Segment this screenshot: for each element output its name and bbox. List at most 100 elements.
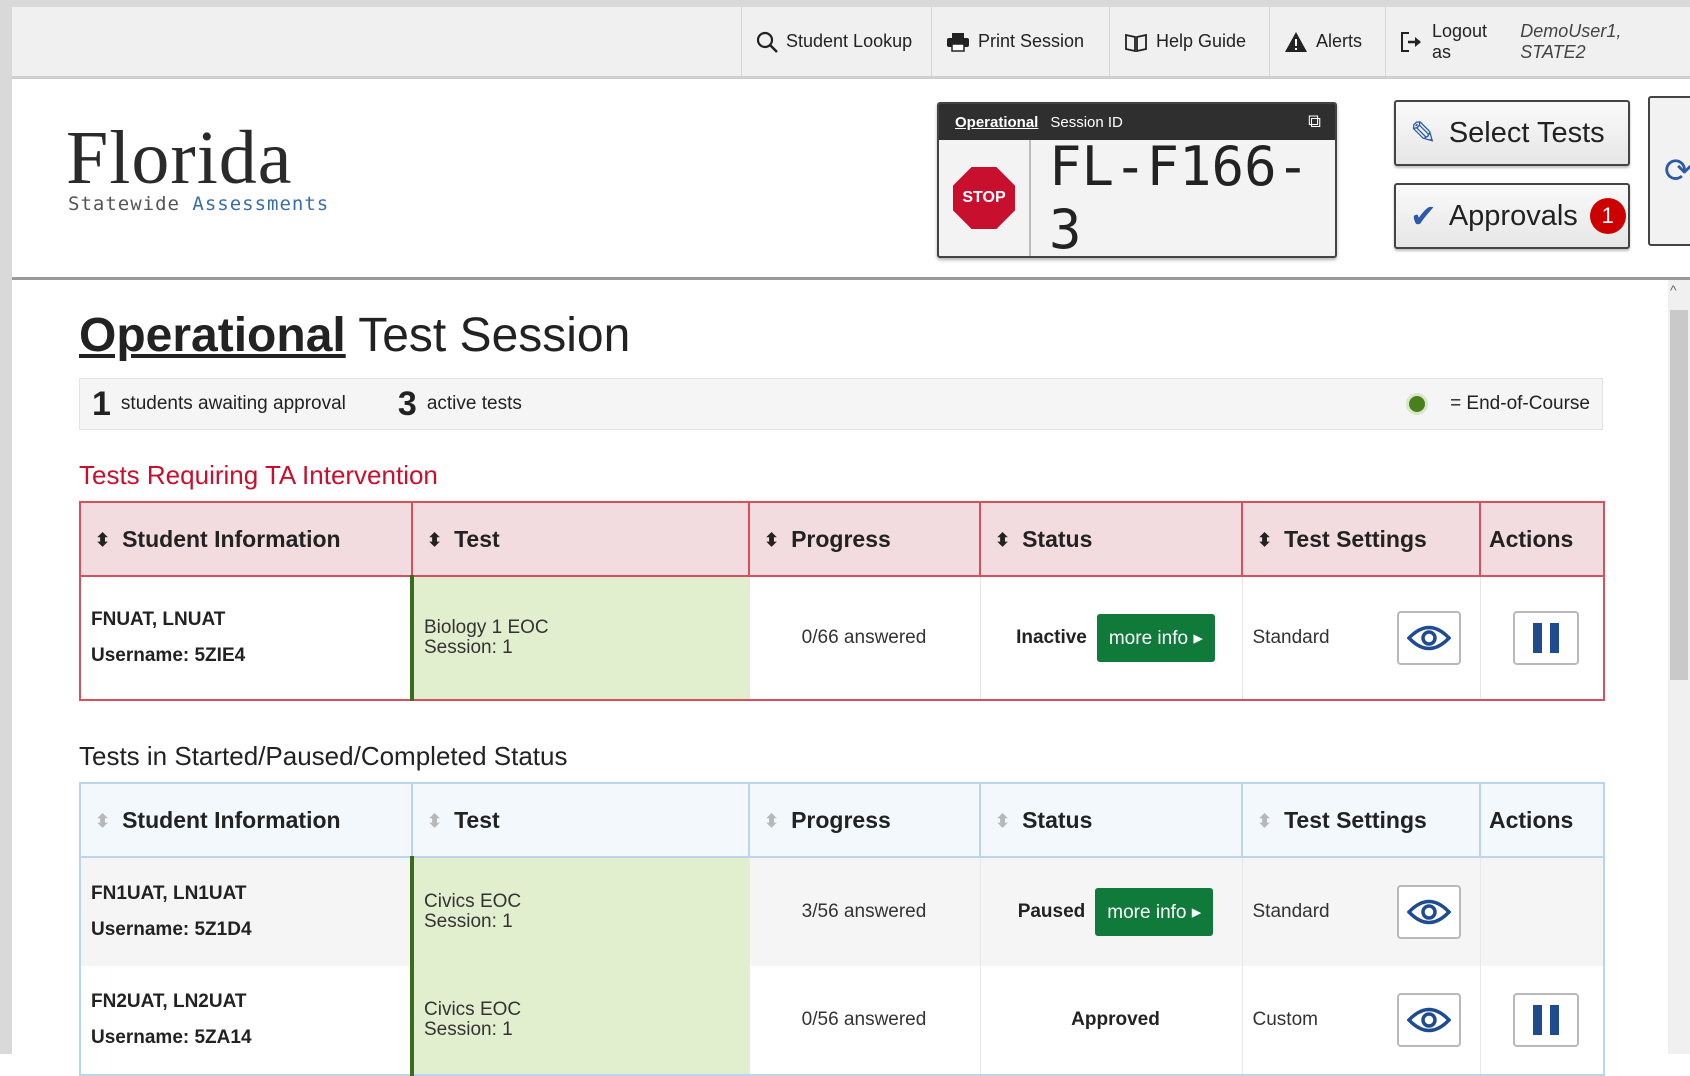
intervention-section-title: Tests Requiring TA Intervention (79, 460, 438, 490)
col-header-actions: Actions (1479, 782, 1605, 858)
session-summary-bar: 1 students awaiting approval 3 active te… (79, 378, 1603, 430)
alerts-link[interactable]: Alerts (1269, 7, 1385, 76)
session-id-panel: Operational Session ID ⧉ STOP FL-F166-3 (937, 102, 1337, 258)
page-title: Operational Test Session (79, 308, 630, 363)
student-username: Username: 5ZIE4 (91, 645, 246, 666)
col-header-status[interactable]: ⬍ Status (979, 501, 1243, 577)
test-cell: Civics EOC Session: 1 (410, 966, 749, 1075)
print-session-label: Print Session (978, 31, 1085, 51)
student-name: FN2UAT, LN2UAT (91, 991, 247, 1012)
sort-icon: ⬍ (764, 529, 780, 550)
awaiting-label: students awaiting approval (120, 393, 346, 414)
active-label: active tests (426, 393, 522, 414)
sort-icon: ⬍ (995, 529, 1011, 550)
active-count: 3 (397, 384, 417, 423)
col-header-progress[interactable]: ⬍ Progress (748, 782, 981, 858)
table-row: FNUAT, LNUAT Username: 5ZIE4 Biology 1 E… (79, 576, 1604, 700)
logout-icon (1400, 31, 1424, 53)
student-info-cell: FN1UAT, LN1UAT Username: 5Z1D4 (79, 857, 412, 966)
eoc-legend: = End-of-Course (1406, 379, 1590, 429)
settings-cell: Custom (1241, 966, 1480, 1075)
progress-cell: 0/56 answered (748, 966, 980, 1075)
stop-icon: STOP (953, 167, 1015, 229)
col-header-test-settings[interactable]: ⬍ Test Settings (1241, 782, 1481, 858)
sort-icon: ⬍ (427, 810, 443, 831)
col-header-test-settings[interactable]: ⬍ Test Settings (1241, 501, 1481, 577)
actions-cell (1479, 857, 1604, 966)
student-username: Username: 5Z1D4 (91, 919, 252, 940)
col-header-student-info[interactable]: ⬍ Student Information (79, 782, 413, 858)
eye-icon (1406, 625, 1451, 651)
sort-icon: ⬍ (1257, 810, 1273, 831)
col-header-test[interactable]: ⬍ Test (411, 501, 750, 577)
select-tests-button[interactable]: ✎ Select Tests (1394, 100, 1630, 166)
logout-label: Logout as (1432, 20, 1488, 62)
settings-text: Custom (1252, 1009, 1318, 1030)
page-title-bold: Operational (79, 309, 346, 362)
florida-logo: Florida (66, 116, 293, 200)
settings-text: Standard (1252, 901, 1330, 922)
test-session: Session: 1 (424, 1019, 513, 1040)
student-lookup-link[interactable]: Student Lookup (741, 7, 931, 76)
test-name: Biology 1 EOC (424, 617, 549, 638)
refresh-button[interactable]: ⟳ (1648, 96, 1690, 246)
actions-cell (1479, 576, 1604, 700)
session-panel-header: Operational Session ID ⧉ (939, 104, 1335, 140)
popout-icon[interactable]: ⧉ (1308, 111, 1321, 132)
view-settings-button[interactable] (1396, 993, 1461, 1047)
pause-test-button[interactable] (1513, 993, 1580, 1047)
help-guide-link[interactable]: Help Guide (1109, 7, 1269, 76)
scroll-up-arrow-icon[interactable]: ^ (1670, 282, 1677, 298)
logo-subtitle-part1: Statewide (68, 193, 180, 215)
search-icon (756, 31, 778, 53)
book-icon (1124, 32, 1148, 52)
logo-subtitle: Statewide Assessments (68, 193, 329, 215)
view-settings-button[interactable] (1396, 611, 1461, 665)
more-info-button[interactable]: more info ▸ (1095, 888, 1214, 936)
session-type-link[interactable]: Operational (955, 114, 1038, 131)
started-table: ⬍ Student Information ⬍ Test ⬍ Progress ⬍ St… (79, 782, 1605, 1076)
col-header-student-info[interactable]: ⬍ Student Information (79, 501, 413, 577)
print-session-link[interactable]: Print Session (931, 7, 1109, 76)
test-session: Session: 1 (424, 637, 513, 658)
settings-cell: Standard (1241, 576, 1480, 700)
test-name: Civics EOC (424, 999, 522, 1020)
alerts-label: Alerts (1316, 31, 1363, 51)
col-header-progress[interactable]: ⬍ Progress (748, 501, 981, 577)
scrollbar-thumb[interactable] (1670, 310, 1688, 680)
progress-cell: 3/56 answered (748, 857, 980, 966)
eye-icon (1406, 899, 1451, 925)
eye-icon (1406, 1007, 1451, 1033)
refresh-icon: ⟳ (1664, 152, 1690, 190)
test-name: Civics EOC (424, 891, 522, 912)
status-cell: Approved (979, 966, 1242, 1075)
student-info-cell: FNUAT, LNUAT Username: 5ZIE4 (79, 576, 412, 700)
app-header: Florida Statewide Assessments Operationa… (12, 79, 1690, 280)
test-session: Session: 1 (424, 911, 513, 932)
intervention-table: ⬍ Student Information ⬍ Test ⬍ Progress ⬍ St… (79, 501, 1605, 701)
approvals-button[interactable]: ✔ Approvals 1 (1394, 183, 1630, 249)
progress-cell: 0/66 answered (748, 576, 980, 700)
approvals-label: Approvals (1448, 199, 1578, 232)
status-text: Inactive (1016, 627, 1087, 648)
settings-text: Standard (1252, 627, 1330, 648)
pencil-icon: ✎ (1410, 115, 1437, 151)
stop-session-button[interactable]: STOP (939, 140, 1031, 256)
pause-test-button[interactable] (1513, 611, 1580, 665)
student-name: FN1UAT, LN1UAT (91, 883, 247, 904)
col-header-status[interactable]: ⬍ Status (979, 782, 1243, 858)
awaiting-count: 1 (92, 384, 111, 423)
eoc-dot-icon (1406, 393, 1429, 415)
col-header-test[interactable]: ⬍ Test (411, 782, 750, 858)
warning-icon (1284, 31, 1308, 53)
settings-cell: Standard (1241, 857, 1480, 966)
student-lookup-label: Student Lookup (786, 31, 913, 51)
more-info-button[interactable]: more info ▸ (1096, 614, 1215, 662)
logout-username: DemoUser1, STATE2 (1520, 20, 1622, 62)
table-row: FN1UAT, LN1UAT Username: 5Z1D4 Civics EO… (79, 857, 1604, 966)
page-title-rest: Test Session (358, 309, 631, 362)
session-id-label: Session ID (1050, 113, 1123, 131)
student-username: Username: 5ZA14 (91, 1027, 252, 1048)
view-settings-button[interactable] (1396, 885, 1461, 939)
logout-link[interactable]: Logout as DemoUser1, STATE2 (1385, 7, 1690, 76)
